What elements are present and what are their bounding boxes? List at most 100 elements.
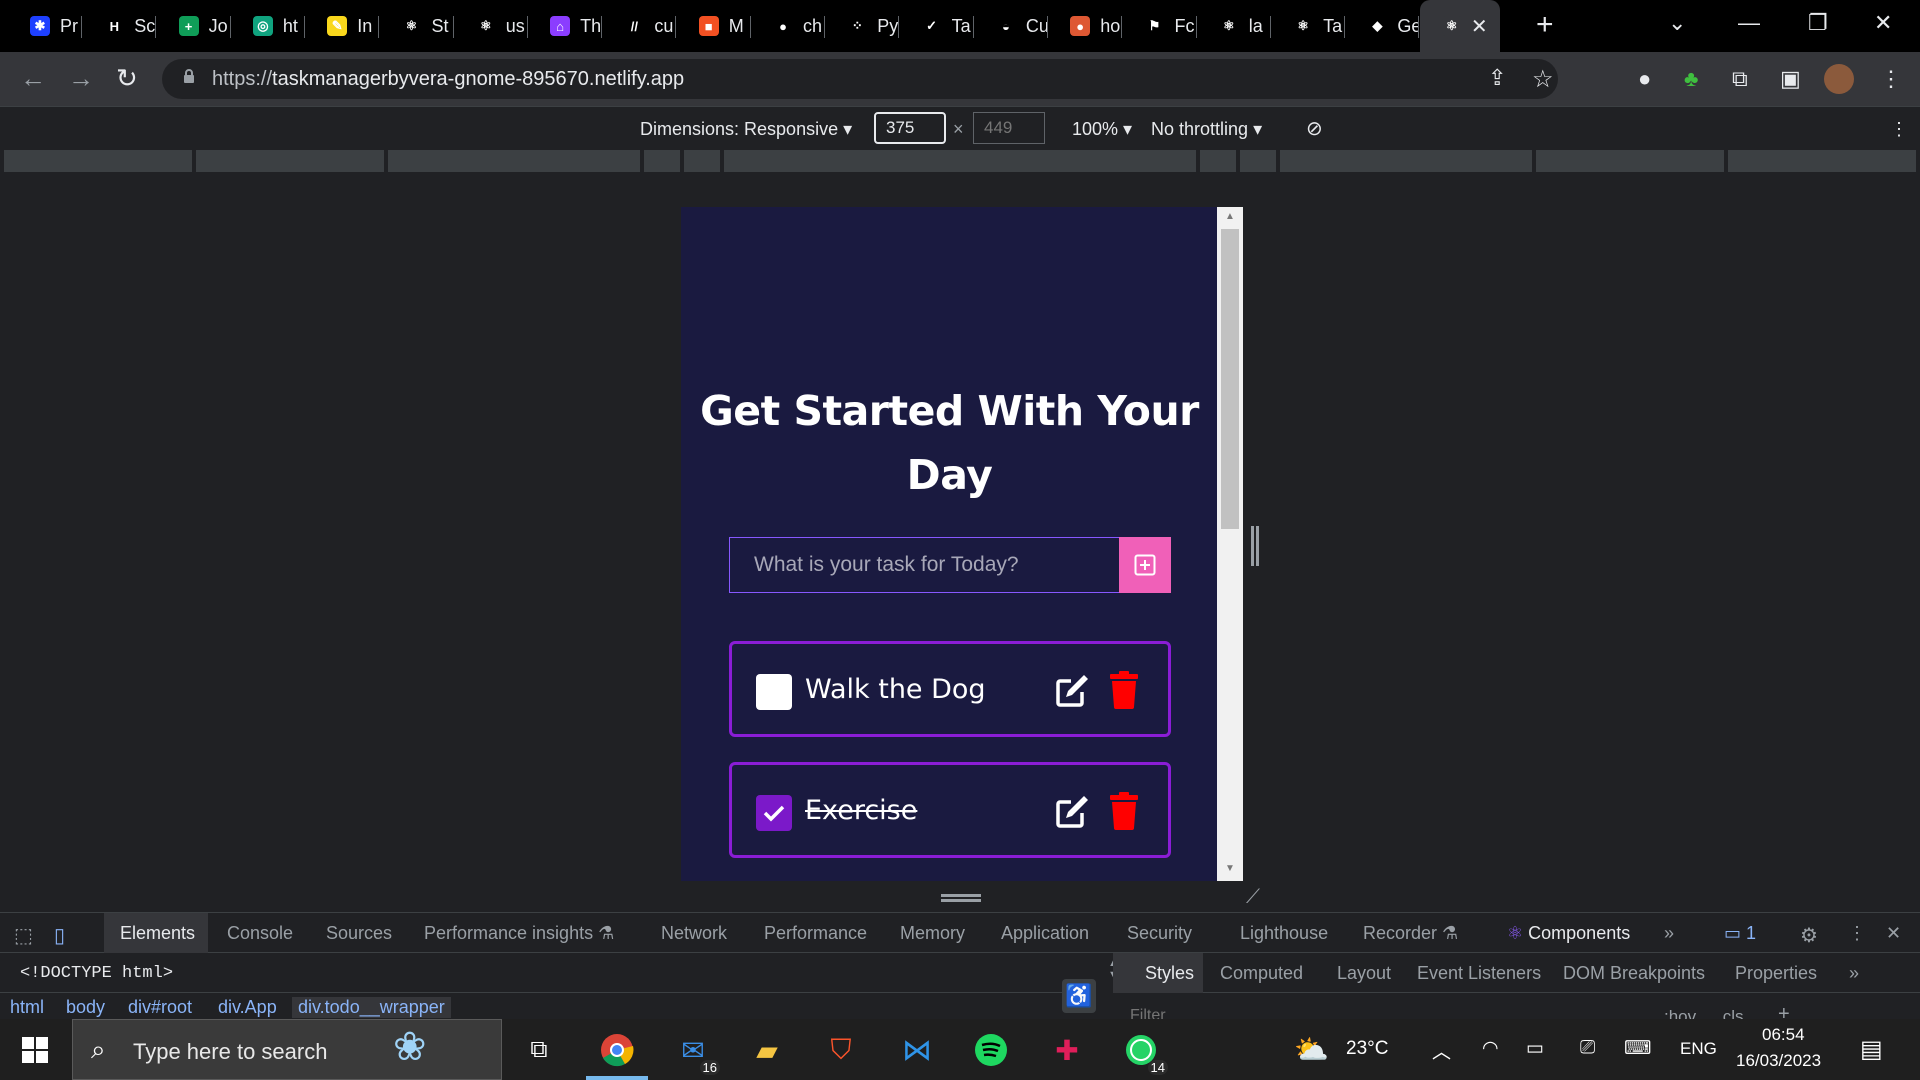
tab-styles[interactable]: Styles	[1145, 963, 1194, 984]
scroll-up-icon[interactable]: ▲	[1225, 211, 1235, 222]
vscode-icon[interactable]: ⋈	[898, 1031, 936, 1069]
tab-computed[interactable]: Computed	[1220, 963, 1303, 984]
tab-application[interactable]: Application	[1001, 923, 1089, 944]
file-explorer-icon[interactable]: ▰	[748, 1031, 786, 1069]
tray-expand-icon[interactable]: ︿	[1432, 1037, 1451, 1064]
width-input[interactable]	[874, 112, 946, 144]
more-tabs-icon[interactable]: »	[1664, 923, 1674, 944]
browser-tab[interactable]: ⚛ St	[380, 0, 454, 52]
mail-icon[interactable]: ✉ 16	[674, 1031, 720, 1075]
browser-tab[interactable]: + Jo	[157, 0, 231, 52]
browser-tab[interactable]: ✎ In	[305, 0, 380, 52]
reload-icon[interactable]: ↻	[116, 63, 138, 94]
task-checkbox-checked[interactable]	[756, 795, 792, 831]
menu-icon[interactable]: ⋮	[1880, 66, 1902, 92]
network-icon[interactable]: ◠	[1482, 1037, 1499, 1060]
issues-button[interactable]: ▭ 1	[1724, 923, 1756, 944]
browser-tab[interactable]: ⚛ us	[454, 0, 528, 52]
close-tab-icon[interactable]: ✕	[1471, 14, 1488, 39]
browser-tab[interactable]: ⚑ Fc	[1123, 0, 1197, 52]
notifications-icon[interactable]: ▤	[1860, 1035, 1883, 1064]
tab-sources[interactable]: Sources	[326, 923, 392, 944]
browser-tab[interactable]: ● ho	[1048, 0, 1123, 52]
windows-start-icon[interactable]	[22, 1037, 48, 1063]
edit-icon[interactable]	[1054, 792, 1092, 830]
zoom-dropdown[interactable]: 100% ▾	[1072, 119, 1132, 140]
brave-icon[interactable]: ⛉	[822, 1031, 860, 1069]
back-icon[interactable]: ←	[20, 63, 46, 94]
chrome-icon[interactable]	[586, 1031, 648, 1080]
browser-tab[interactable]: H Sc	[82, 0, 157, 52]
browser-tab[interactable]: ◎ ht	[231, 0, 305, 52]
address-bar[interactable]: https://taskmanagerbyvera-gnome-895670.n…	[162, 59, 1558, 99]
scroll-thumb[interactable]	[1221, 229, 1239, 529]
browser-tab[interactable]: ⌂ Th	[528, 0, 603, 52]
forward-icon[interactable]: →	[68, 63, 94, 94]
sidepanel-icon[interactable]: ▣	[1780, 66, 1801, 92]
tree-extension-icon[interactable]: ♣	[1684, 66, 1698, 92]
browser-tab[interactable]: ◒ Cu	[974, 0, 1048, 52]
tab-performance-insights[interactable]: Performance insights ⚗	[424, 923, 614, 944]
browser-tab[interactable]: ■ M	[677, 0, 751, 52]
rotate-icon[interactable]: ⊘	[1306, 116, 1323, 141]
task-checkbox[interactable]	[756, 674, 792, 710]
keyboard-icon[interactable]: ⌨	[1624, 1037, 1651, 1060]
add-task-button[interactable]	[1119, 537, 1171, 593]
crumb-body[interactable]: body	[66, 997, 105, 1018]
extension-icon[interactable]: ●	[1638, 66, 1651, 92]
minimize-button[interactable]: —	[1738, 10, 1760, 36]
whatsapp-icon[interactable]: 14	[1122, 1031, 1168, 1075]
profile-avatar[interactable]	[1824, 64, 1854, 94]
bookmark-star-icon[interactable]: ☆	[1532, 65, 1554, 94]
tab-security[interactable]: Security	[1127, 923, 1192, 944]
edit-icon[interactable]	[1054, 671, 1092, 709]
browser-tab[interactable]: ⚛ la	[1197, 0, 1271, 52]
close-window-button[interactable]: ✕	[1874, 10, 1892, 36]
more-styles-tabs-icon[interactable]: »	[1849, 963, 1859, 984]
tab-console[interactable]: Console	[227, 923, 293, 944]
crumb-root[interactable]: div#root	[128, 997, 192, 1018]
height-input[interactable]	[973, 112, 1045, 144]
temperature[interactable]: 23°C	[1346, 1038, 1388, 1060]
browser-tab[interactable]: ✓ Ta	[900, 0, 974, 52]
doctype-node[interactable]: <!DOCTYPE html>	[20, 964, 173, 983]
clock-time[interactable]: 06:54	[1762, 1025, 1805, 1045]
tab-memory[interactable]: Memory	[900, 923, 965, 944]
weather-icon[interactable]: ⛅	[1294, 1033, 1329, 1066]
taskbar-search[interactable]: ⌕ Type here to search ❀	[72, 1019, 502, 1080]
clock-date[interactable]: 16/03/2023	[1736, 1051, 1821, 1071]
spotify-icon[interactable]	[972, 1031, 1010, 1069]
trash-icon[interactable]	[1108, 792, 1140, 830]
page-scrollbar[interactable]: ▲ ▼	[1217, 207, 1243, 881]
accessibility-icon[interactable]: ♿	[1062, 979, 1096, 1013]
device-menu-icon[interactable]: ⋮	[1890, 119, 1908, 140]
browser-tab[interactable]: ◆ Ge	[1345, 0, 1420, 52]
browser-tab[interactable]: ⚛ ✕	[1419, 0, 1500, 52]
tab-lighthouse[interactable]: Lighthouse	[1240, 923, 1328, 944]
tab-layout[interactable]: Layout	[1337, 963, 1391, 984]
task-view-icon[interactable]: ⧉	[520, 1031, 558, 1069]
restore-button[interactable]: ❐	[1808, 10, 1828, 36]
crumb-todo-wrapper[interactable]: div.todo__wrapper	[292, 997, 451, 1018]
new-tab-button[interactable]: +	[1536, 8, 1554, 42]
device-toggle-icon[interactable]: ▯	[54, 923, 65, 948]
devtools-menu-icon[interactable]: ⋮	[1848, 923, 1866, 944]
crumb-app[interactable]: div.App	[218, 997, 277, 1018]
close-devtools-icon[interactable]: ✕	[1886, 923, 1901, 944]
tab-components[interactable]: ⚛ Components	[1507, 923, 1630, 944]
browser-tab[interactable]: ● ch	[751, 0, 825, 52]
slack-icon[interactable]: ✚	[1048, 1031, 1086, 1069]
task-input[interactable]	[729, 537, 1121, 593]
crumb-html[interactable]: html	[10, 997, 44, 1018]
browser-tab[interactable]: ⚛ Ta	[1271, 0, 1346, 52]
settings-gear-icon[interactable]: ⚙	[1800, 923, 1818, 948]
tab-dom-breakpoints[interactable]: DOM Breakpoints	[1563, 963, 1705, 984]
browser-tab[interactable]: // cu	[602, 0, 677, 52]
puzzle-icon[interactable]: ⧉	[1732, 66, 1748, 92]
share-icon[interactable]: ⇪	[1488, 65, 1506, 91]
scroll-down-icon[interactable]: ▼	[1225, 863, 1235, 874]
resize-handle-right[interactable]	[1251, 526, 1259, 566]
inspect-icon[interactable]: ⬚	[14, 923, 33, 948]
dimensions-dropdown[interactable]: Dimensions: Responsive ▾	[640, 119, 852, 140]
battery-icon[interactable]: ▭	[1526, 1037, 1544, 1060]
